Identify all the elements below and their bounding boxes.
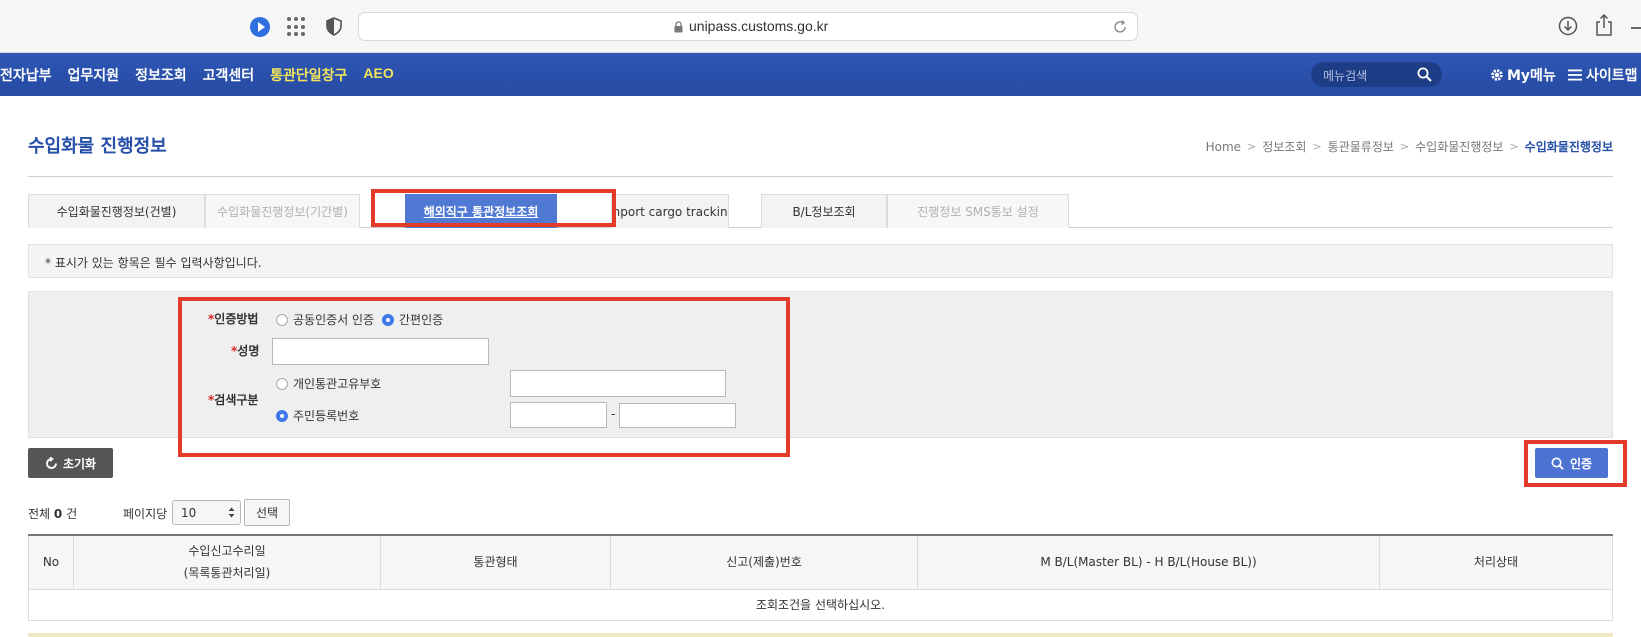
reset-button[interactable]: 초기화: [28, 448, 113, 478]
sitemap-label: 사이트맵: [1586, 68, 1638, 84]
tab-bar: 수입화물진행정보(건별) 수입화물진행정보(기간별) 해외직구 통관정보조회 I…: [28, 194, 1613, 228]
total-suffix: 건: [66, 507, 78, 521]
search-icon[interactable]: [1417, 67, 1432, 82]
tab-cargo-progress-period[interactable]: 수입화물진행정보(기간별): [205, 194, 360, 228]
bottom-info-strip: [28, 633, 1613, 637]
lock-icon: [674, 21, 683, 33]
chevron-right-icon: >: [1312, 140, 1322, 153]
menu-search-input[interactable]: 메뉴검색: [1323, 67, 1367, 84]
site-navigation: 전자납부 업무지원 정보조회 고객센터 통관단일창구 AEO 메뉴검색 My메뉴…: [0, 53, 1641, 96]
gear-icon: [1491, 69, 1503, 81]
tab-import-cargo-tracking-label: Import cargo tracking: [611, 204, 729, 219]
breadcrumb-item[interactable]: 정보조회: [1262, 138, 1306, 155]
refresh-icon: [46, 456, 57, 469]
breadcrumb-item[interactable]: 수입화물진행정보: [1415, 138, 1503, 155]
mymenu-label: My메뉴: [1507, 68, 1556, 84]
mymenu-link[interactable]: My메뉴: [1490, 65, 1556, 85]
empty-message: 조회조건을 선택하십시오.: [28, 588, 1613, 621]
title-divider: [28, 176, 1613, 177]
chevron-right-icon: >: [1247, 140, 1257, 153]
share-icon[interactable]: [1595, 14, 1613, 36]
chevron-right-icon: >: [1509, 140, 1519, 153]
nav-item-customer-center[interactable]: 고객센터: [203, 65, 255, 85]
address-bar[interactable]: unipass.customs.go.kr: [358, 12, 1138, 41]
required-notice: * 표시가 있는 항목은 필수 입력사항입니다.: [28, 244, 1613, 278]
results-table: No 수입신고수리일 (목록통관처리일) 통관형태 신고(제출)번호 M B/L(…: [28, 534, 1613, 621]
annotation-highlight-auth: [1524, 440, 1627, 487]
tab-cargo-progress-single[interactable]: 수입화물진행정보(건별): [28, 194, 205, 228]
page-title: 수입화물 진행정보: [28, 136, 167, 157]
reset-button-label: 초기화: [62, 456, 97, 471]
menu-search[interactable]: 메뉴검색: [1311, 62, 1442, 87]
annotation-highlight-form: [178, 297, 790, 457]
col-accept-date-line1: 수입신고수리일: [188, 544, 266, 559]
apps-grid-icon[interactable]: [287, 17, 307, 37]
breadcrumb: Home > 정보조회 > 통관물류정보 > 수입화물진행정보 > 수입화물진행…: [1206, 138, 1613, 155]
nav-item-aeo[interactable]: AEO: [363, 65, 393, 85]
col-accept-date-line2: (목록통관처리일): [183, 566, 271, 581]
breadcrumb-current: 수입화물진행정보: [1524, 140, 1613, 154]
sitemap-link[interactable]: 사이트맵: [1568, 65, 1638, 85]
total-prefix: 전체: [28, 507, 51, 521]
more-icon[interactable]: [1631, 27, 1641, 29]
col-accept-date: 수입신고수리일 (목록통관처리일): [73, 534, 381, 590]
nav-item-business-support[interactable]: 업무지원: [68, 65, 120, 85]
browser-toolbar: unipass.customs.go.kr: [0, 0, 1641, 53]
nav-item-info-lookup[interactable]: 정보조회: [135, 65, 187, 85]
select-arrows-icon: [228, 507, 235, 518]
per-page-value: 10: [181, 506, 197, 520]
total-count-value: 0: [53, 507, 63, 521]
nav-item-single-window[interactable]: 통관단일창구: [270, 65, 347, 85]
reload-icon[interactable]: [1112, 19, 1128, 35]
tab-import-cargo-tracking[interactable]: Import cargo tracking: [611, 194, 729, 228]
col-no: No: [28, 534, 74, 590]
hamburger-icon: [1568, 69, 1582, 81]
breadcrumb-home[interactable]: Home: [1206, 140, 1241, 154]
tab-bl-info[interactable]: B/L정보조회: [761, 194, 887, 228]
per-page-select[interactable]: 10: [172, 500, 241, 525]
col-status: 처리상태: [1379, 534, 1613, 590]
main-menu: 전자납부 업무지원 정보조회 고객센터 통관단일창구 AEO: [0, 65, 410, 85]
tab-sms-notification[interactable]: 진행정보 SMS통보 설정: [887, 194, 1069, 228]
table-row: 조회조건을 선택하십시오.: [28, 588, 1613, 621]
nav-item-electronic-payment[interactable]: 전자납부: [0, 65, 52, 85]
col-declaration-number: 신고(제출)번호: [610, 534, 918, 590]
url-text: unipass.customs.go.kr: [689, 18, 829, 34]
col-clearance-type: 통관형태: [380, 534, 611, 590]
breadcrumb-item[interactable]: 통관물류정보: [1328, 138, 1394, 155]
table-header-row: No 수입신고수리일 (목록통관처리일) 통관형태 신고(제출)번호 M B/L(…: [28, 534, 1613, 590]
privacy-shield-icon[interactable]: [326, 17, 342, 36]
select-button[interactable]: 선택: [244, 499, 290, 526]
annotation-highlight-tab: [371, 189, 616, 227]
chevron-right-icon: >: [1399, 140, 1410, 153]
per-page-label: 페이지당: [123, 507, 168, 521]
download-icon[interactable]: [1558, 16, 1578, 36]
col-bl-numbers: M B/L(Master BL) - H B/L(House BL)): [917, 534, 1380, 590]
media-play-icon[interactable]: [250, 17, 270, 37]
total-count: 전체 0 건: [28, 505, 77, 522]
